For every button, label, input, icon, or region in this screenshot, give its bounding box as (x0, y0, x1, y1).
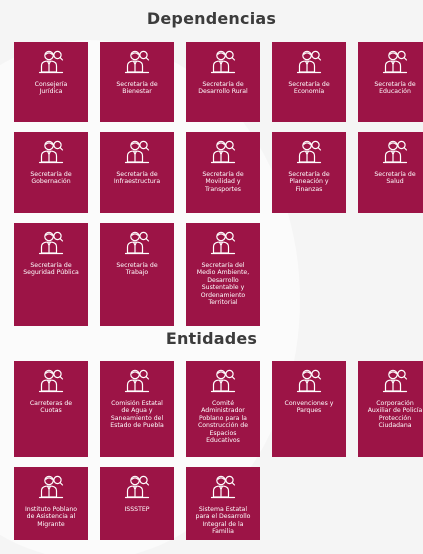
dependencias-title: Dependencias (146, 9, 277, 28)
card-label: Corporación Auxiliar de Policía Protecci… (367, 400, 423, 430)
official-person-icon (38, 229, 64, 257)
card-comision-estatal-agua[interactable]: Comisión Estatal de Agua y Saneamiento d… (100, 361, 174, 457)
card-label: Comité Administrador Poblano para la Con… (197, 400, 249, 445)
card-secretaria-desarrollo-rural[interactable]: Secretaría de Desarrollo Rural (186, 42, 260, 122)
official-person-icon (210, 48, 236, 76)
official-person-icon (296, 48, 322, 76)
card-label: Secretaría de Salud (374, 171, 416, 186)
card-comite-administrador[interactable]: Comité Administrador Poblano para la Con… (186, 361, 260, 457)
card-secretaria-seguridad-publica[interactable]: Secretaría de Seguridad Pública (14, 223, 88, 326)
official-person-icon (124, 473, 150, 501)
card-label: Secretaría de Seguridad Pública (23, 262, 79, 277)
card-label: Secretaría de Bienestar (116, 81, 158, 96)
entidades-grid: Carreteras de Cuotas Comisión Estatal de… (14, 361, 423, 540)
card-secretaria-infraestructura[interactable]: Secretaría de Infraestructura (100, 132, 174, 213)
official-person-icon (38, 138, 64, 166)
card-label: Secretaría de Desarrollo Rural (198, 81, 248, 96)
official-person-icon (382, 48, 408, 76)
card-label: Sistema Estatal para el Desarrollo Integ… (195, 506, 251, 536)
official-person-icon (210, 229, 236, 257)
official-person-icon (296, 367, 322, 395)
official-person-icon (38, 367, 64, 395)
card-secretaria-movilidad[interactable]: Secretaría de Movilidad y Transportes (186, 132, 260, 213)
official-person-icon (382, 367, 408, 395)
card-label: Consejería Jurídica (34, 81, 68, 96)
card-label: Secretaría de Movilidad y Transportes (202, 171, 244, 193)
card-secretaria-gobernacion[interactable]: Secretaría de Gobernación (14, 132, 88, 213)
official-person-icon (296, 138, 322, 166)
official-person-icon (38, 473, 64, 501)
card-carreteras-cuotas[interactable]: Carreteras de Cuotas (14, 361, 88, 457)
card-label: Secretaría de Educación (374, 81, 416, 96)
official-person-icon (210, 367, 236, 395)
card-secretaria-medio-ambiente[interactable]: Secretaría del Medio Ambiente, Desarroll… (186, 223, 260, 326)
page: Dependencias Consejería Jurídica Secreta… (0, 0, 423, 554)
card-convenciones-parques[interactable]: Convenciones y Parques (272, 361, 346, 457)
entidades-title: Entidades (165, 329, 258, 348)
card-label: Secretaría del Medio Ambiente, Desarroll… (196, 262, 250, 307)
card-secretaria-economia[interactable]: Secretaría de Economía (272, 42, 346, 122)
card-issstep[interactable]: ISSSTEP (100, 467, 174, 540)
card-consejeria-juridica[interactable]: Consejería Jurídica (14, 42, 88, 122)
official-person-icon (124, 48, 150, 76)
card-secretaria-planeacion[interactable]: Secretaría de Planeación y Finanzas (272, 132, 346, 213)
official-person-icon (210, 473, 236, 501)
card-instituto-poblano-migrante[interactable]: Instituto Poblano de Asistencia al Migra… (14, 467, 88, 540)
card-label: Comisión Estatal de Agua y Saneamiento d… (110, 400, 164, 430)
official-person-icon (382, 138, 408, 166)
card-sistema-estatal-dif[interactable]: Sistema Estatal para el Desarrollo Integ… (186, 467, 260, 540)
card-label: Carreteras de Cuotas (29, 400, 73, 415)
official-person-icon (38, 48, 64, 76)
card-label: Secretaría de Infraestructura (113, 171, 161, 186)
official-person-icon (210, 138, 236, 166)
card-label: Secretaría de Economía (288, 81, 330, 96)
card-label: Convenciones y Parques (284, 400, 334, 415)
card-secretaria-bienestar[interactable]: Secretaría de Bienestar (100, 42, 174, 122)
official-person-icon (124, 367, 150, 395)
official-person-icon (124, 138, 150, 166)
dependencias-grid: Consejería Jurídica Secretaría de Bienes… (14, 42, 423, 326)
card-label: Secretaría de Trabajo (116, 262, 158, 277)
card-label: Secretaría de Gobernación (30, 171, 72, 186)
card-secretaria-educacion[interactable]: Secretaría de Educación (358, 42, 423, 122)
card-label: Instituto Poblano de Asistencia al Migra… (24, 506, 78, 528)
card-label: Secretaría de Planeación y Finanzas (288, 171, 330, 193)
card-label: ISSSTEP (124, 506, 150, 513)
card-corporacion-auxiliar[interactable]: Corporación Auxiliar de Policía Protecci… (358, 361, 423, 457)
card-secretaria-salud[interactable]: Secretaría de Salud (358, 132, 423, 213)
official-person-icon (124, 229, 150, 257)
card-secretaria-trabajo[interactable]: Secretaría de Trabajo (100, 223, 174, 326)
